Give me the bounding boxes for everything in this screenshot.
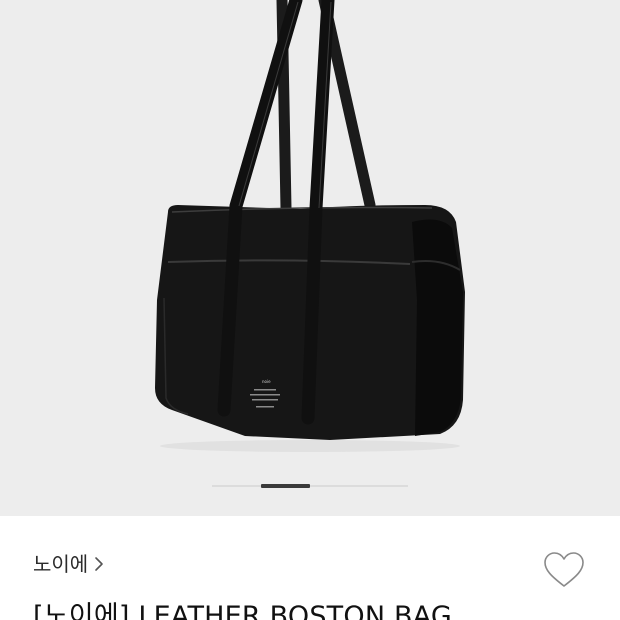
- product-info: 노이에 [노이에] LEATHER BOSTON BAG: [0, 516, 620, 620]
- brand-link[interactable]: 노이에: [33, 552, 104, 576]
- product-image-gallery[interactable]: noie: [0, 0, 620, 516]
- svg-text:noie: noie: [262, 379, 271, 384]
- product-image: noie: [0, 0, 620, 516]
- chevron-right-icon: [94, 556, 104, 572]
- product-title: [노이에] LEATHER BOSTON BAG: [33, 601, 453, 620]
- gallery-pager: [212, 484, 408, 488]
- product-detail-page: noie 노이에 [노이에] LEATHER BOSTON BAG: [0, 0, 620, 620]
- like-button[interactable]: [542, 550, 586, 590]
- gallery-pager-active-indicator: [261, 484, 310, 488]
- brand-name: 노이에: [33, 552, 89, 576]
- heart-outline-icon: [544, 552, 584, 587]
